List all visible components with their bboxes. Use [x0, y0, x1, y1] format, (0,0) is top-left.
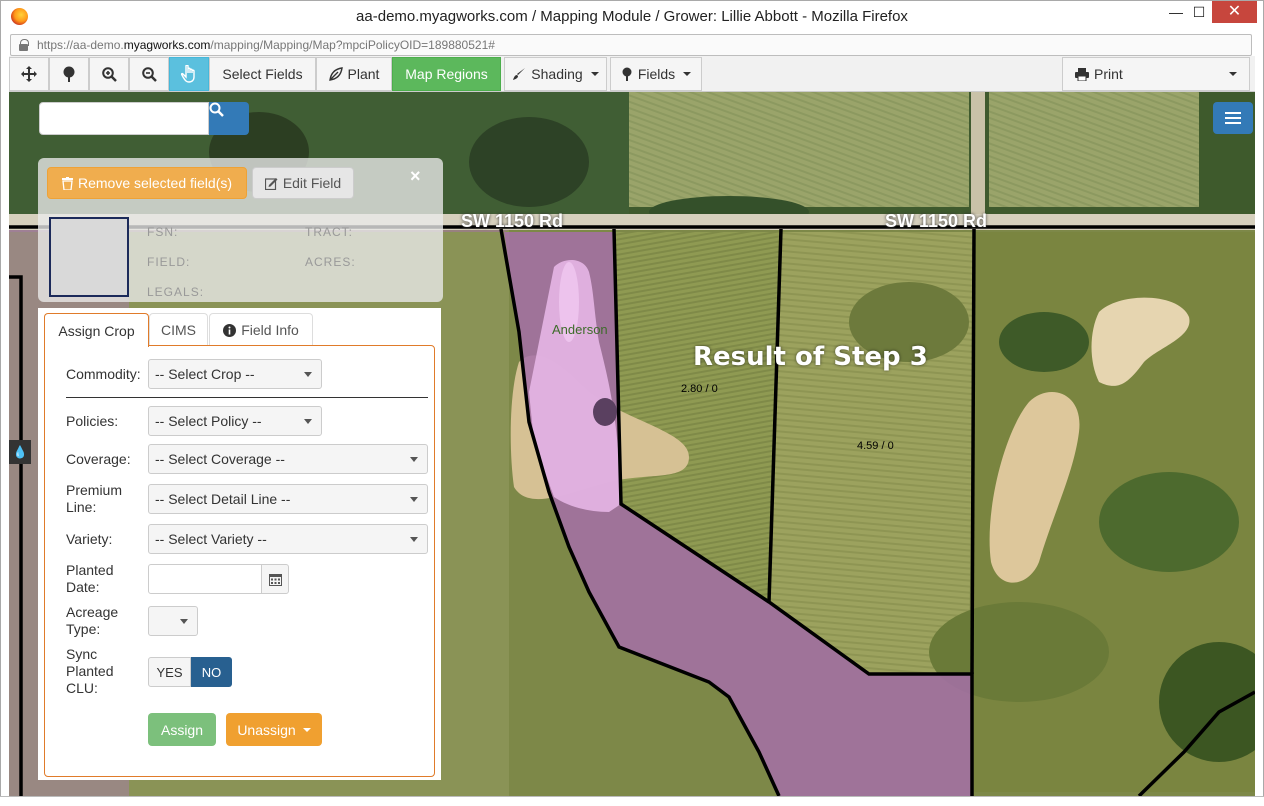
- zoom-in-button[interactable]: [89, 57, 129, 91]
- window-titlebar: aa-demo.myagworks.com / Mapping Module /…: [0, 0, 1264, 32]
- tree-icon: [622, 67, 632, 81]
- chevron-down-icon: [302, 727, 311, 732]
- close-window-button[interactable]: ✕: [1212, 1, 1257, 23]
- field-acres-label: 4.59 / 0: [857, 440, 894, 452]
- hand-pointer-icon: [181, 65, 195, 83]
- print-label: Print: [1094, 66, 1123, 82]
- map-toolbar: Select Fields Plant Map Regions Shading …: [9, 56, 1255, 92]
- water-drop-icon[interactable]: 💧: [9, 440, 31, 464]
- road-label: SW 1150 Rd: [885, 211, 988, 231]
- url-text: https://aa-demo.myagworks.com/mapping/Ma…: [37, 38, 495, 52]
- divider: [66, 397, 428, 398]
- field-thumbnail: [49, 217, 129, 297]
- map-search-button[interactable]: [209, 102, 249, 135]
- remove-selected-fields-button[interactable]: Remove selected field(s): [47, 167, 247, 199]
- remove-label: Remove selected field(s): [77, 175, 233, 191]
- map-search-input[interactable]: [39, 102, 209, 135]
- road-label: SW 1150 Rd: [461, 211, 564, 231]
- info-icon: [223, 323, 237, 337]
- plant-button[interactable]: Plant: [316, 57, 392, 91]
- chevron-down-icon: [1229, 72, 1237, 76]
- shading-dropdown[interactable]: Shading: [504, 57, 607, 91]
- chevron-down-icon: [683, 72, 692, 76]
- tab-field-info[interactable]: Field Info: [209, 313, 313, 346]
- window-border-right: [1255, 32, 1264, 806]
- unassign-label: Unassign: [237, 721, 296, 738]
- sync-no-toggle[interactable]: NO: [191, 657, 232, 687]
- tree-button[interactable]: [49, 57, 89, 91]
- map-regions-button[interactable]: Map Regions: [392, 57, 501, 91]
- edit-icon: [264, 177, 278, 190]
- select-fields-button[interactable]: Select Fields: [209, 57, 316, 91]
- coverage-select[interactable]: -- Select Coverage --: [148, 444, 428, 474]
- window-border-left: [0, 32, 9, 806]
- pan-button[interactable]: [9, 57, 49, 91]
- field-acres-label: 2.80 / 0: [681, 383, 718, 395]
- field-name-label: Anderson: [552, 322, 608, 337]
- shading-label: Shading: [531, 66, 583, 82]
- legals-label: LEGALS:: [147, 285, 205, 299]
- fields-label: Fields: [637, 66, 676, 82]
- window-title: aa-demo.myagworks.com / Mapping Module /…: [356, 8, 908, 25]
- select-hand-button[interactable]: [169, 57, 209, 91]
- field-label: FIELD:: [147, 255, 191, 269]
- variety-label: Variety:: [66, 531, 113, 547]
- assign-crop-form: Commodity: -- Select Crop -- Policies: -…: [44, 345, 435, 777]
- zoom-out-button[interactable]: [129, 57, 169, 91]
- edit-label: Edit Field: [282, 175, 342, 191]
- plant-label: Plant: [347, 66, 380, 82]
- premium-line-label: Premium Line:: [66, 482, 123, 515]
- chevron-down-icon: [590, 72, 599, 76]
- zoom-out-icon: [141, 66, 157, 82]
- variety-select[interactable]: -- Select Variety --: [148, 524, 428, 554]
- fsn-label: FSN:: [147, 225, 179, 239]
- print-dropdown[interactable]: Print: [1062, 57, 1250, 91]
- search-icon: [209, 102, 224, 117]
- acreage-type-select[interactable]: [148, 606, 198, 636]
- calendar-icon: [268, 573, 282, 586]
- commodity-select[interactable]: -- Select Crop --: [148, 359, 322, 389]
- calendar-button[interactable]: [261, 564, 289, 594]
- trash-icon: [61, 176, 73, 190]
- window-border-bottom: [0, 796, 1264, 806]
- printer-icon: [1075, 67, 1089, 81]
- field-info-label: Field Info: [241, 322, 299, 338]
- commodity-label: Commodity:: [66, 366, 141, 382]
- brush-icon: [513, 68, 526, 80]
- fields-dropdown[interactable]: Fields: [610, 57, 702, 91]
- step-annotation: Result of Step 3: [693, 342, 928, 372]
- leaf-icon: [328, 67, 343, 81]
- assign-button[interactable]: Assign: [148, 713, 216, 746]
- tree-icon: [63, 66, 75, 82]
- assign-crop-panel: Assign Crop CIMS Field Info Commodity: -…: [38, 308, 441, 780]
- zoom-in-icon: [101, 66, 117, 82]
- acreage-type-label: Acreage Type:: [66, 604, 119, 637]
- sync-planted-clu-label: Sync Planted CLU:: [66, 646, 114, 696]
- acres-label: ACRES:: [305, 255, 356, 269]
- close-panel-button[interactable]: ×: [410, 166, 421, 187]
- tab-cims[interactable]: CIMS: [149, 313, 208, 346]
- premium-line-select[interactable]: -- Select Detail Line --: [148, 484, 428, 514]
- address-bar[interactable]: https://aa-demo.myagworks.com/mapping/Ma…: [10, 34, 1252, 56]
- maximize-button[interactable]: ☐: [1184, 1, 1214, 23]
- policies-select[interactable]: -- Select Policy --: [148, 406, 322, 436]
- unassign-dropdown-button[interactable]: Unassign: [226, 713, 322, 746]
- selected-field-panel: Remove selected field(s) Edit Field × FS…: [38, 158, 443, 302]
- lock-icon: [19, 39, 29, 51]
- coverage-label: Coverage:: [66, 451, 131, 467]
- planted-date-label: Planted Date:: [66, 562, 114, 595]
- policies-label: Policies:: [66, 413, 119, 429]
- move-arrows-icon: [21, 66, 37, 82]
- tract-label: TRACT:: [305, 225, 353, 239]
- tab-assign-crop[interactable]: Assign Crop: [44, 313, 149, 347]
- layers-menu-button[interactable]: [1213, 102, 1253, 134]
- planted-date-input[interactable]: [148, 564, 262, 594]
- edit-field-button[interactable]: Edit Field: [252, 167, 354, 199]
- sync-yes-toggle[interactable]: YES: [148, 657, 191, 687]
